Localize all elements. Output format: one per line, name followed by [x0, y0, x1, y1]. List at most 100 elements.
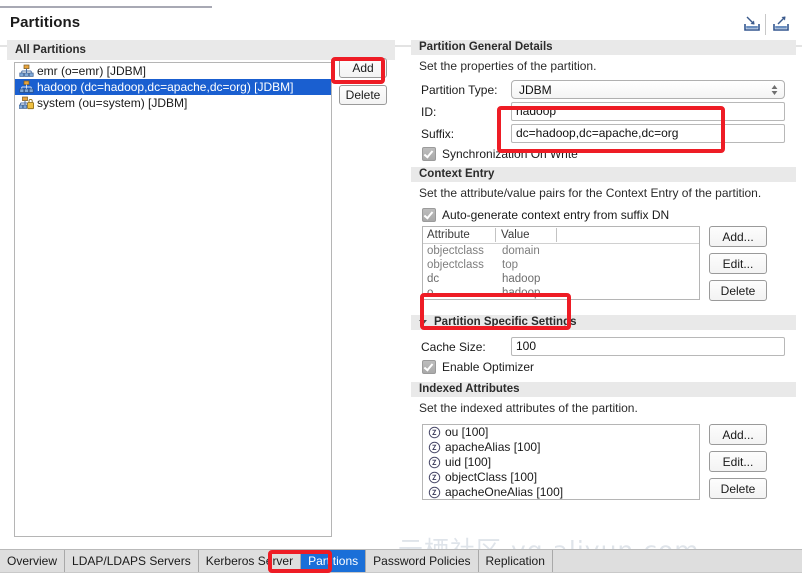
list-item[interactable]: uid [100] — [423, 455, 699, 470]
indexed-delete-button[interactable]: Delete — [709, 478, 767, 499]
column-header-attribute[interactable]: Attribute — [423, 227, 495, 243]
list-item-label: ou [100] — [445, 425, 489, 439]
general-details-section: Partition General Details Set the proper… — [411, 40, 796, 161]
cache-size-input[interactable]: 100 — [511, 337, 785, 356]
partition-tree-icon — [19, 64, 34, 78]
context-entry-table-wrap: Attribute Value objectclass domain objec… — [422, 226, 796, 307]
tab-ldap-ldaps-servers[interactable]: LDAP/LDAPS Servers — [65, 550, 199, 573]
partition-tree-icon — [19, 80, 34, 94]
enable-optimizer-row[interactable]: Enable Optimizer — [422, 360, 796, 374]
indexed-edit-button[interactable]: Edit... — [709, 451, 767, 472]
index-icon — [428, 486, 441, 499]
context-entry-section: Context Entry Set the attribute/value pa… — [411, 167, 796, 307]
top-tab-underline-light — [212, 7, 802, 8]
tab-partitions[interactable]: Partitions — [301, 550, 367, 573]
indexed-attributes-list[interactable]: ou [100] apacheAlias [100] uid [100] obj… — [422, 424, 700, 500]
all-partitions-header: All Partitions — [7, 40, 395, 60]
tab-password-policies[interactable]: Password Policies — [366, 550, 479, 573]
context-edit-button[interactable]: Edit... — [709, 253, 767, 274]
suffix-input[interactable]: dc=hadoop,dc=apache,dc=org — [511, 124, 785, 143]
id-label: ID: — [421, 104, 437, 119]
index-icon — [428, 441, 441, 454]
id-row: ID: hadoop — [421, 102, 796, 121]
partition-type-value: JDBM — [519, 83, 552, 97]
specific-settings-header[interactable]: Partition Specific Settings — [411, 315, 796, 330]
cell-value: hadoop — [502, 273, 541, 285]
list-item-label: objectClass [100] — [445, 470, 538, 484]
table-row[interactable]: objectclass domain — [423, 244, 699, 258]
context-entry-table[interactable]: Attribute Value objectclass domain objec… — [422, 226, 700, 300]
enable-optimizer-label: Enable Optimizer — [442, 360, 535, 374]
partition-tree-locked-icon — [18, 96, 35, 110]
cache-size-row: Cache Size: 100 — [421, 337, 796, 356]
all-partitions-panel: All Partitions emr (o=emr) [JDBM] hadoop… — [7, 40, 395, 544]
list-item[interactable]: ou [100] — [423, 425, 699, 440]
indexed-attributes-wrap: ou [100] apacheAlias [100] uid [100] obj… — [422, 424, 796, 505]
autogen-context-row[interactable]: Auto-generate context entry from suffix … — [422, 208, 796, 222]
list-item-label: hadoop (dc=hadoop,dc=apache,dc=org) [JDB… — [37, 80, 294, 94]
chevron-down-icon[interactable] — [419, 320, 427, 325]
indexed-attributes-description: Set the indexed attributes of the partit… — [419, 401, 638, 415]
list-item[interactable]: apacheAlias [100] — [423, 440, 699, 455]
list-item[interactable]: objectClass [100] — [423, 470, 699, 485]
table-header-row: Attribute Value — [423, 227, 699, 244]
cell-attribute: o — [427, 287, 434, 299]
partition-type-select[interactable]: JDBM — [511, 80, 785, 99]
cache-size-label: Cache Size: — [421, 339, 486, 354]
index-icon — [428, 471, 441, 484]
partition-details-panel: Partition General Details Set the proper… — [411, 40, 796, 545]
general-details-header: Partition General Details — [411, 40, 796, 55]
tab-overview[interactable]: Overview — [0, 550, 66, 573]
sync-on-write-row[interactable]: Synchronization On Write — [422, 147, 796, 161]
context-add-button[interactable]: Add... — [709, 226, 767, 247]
header-divider — [765, 14, 766, 35]
cell-value: top — [502, 259, 518, 271]
page-title: Partitions — [10, 14, 81, 31]
partition-list-actions: Add Delete — [339, 58, 387, 112]
context-entry-header: Context Entry — [411, 167, 796, 182]
cell-value: hadoop — [502, 287, 541, 299]
specific-settings-title: Partition Specific Settings — [434, 316, 577, 328]
indexed-add-button[interactable]: Add... — [709, 424, 767, 445]
autogen-context-label: Auto-generate context entry from suffix … — [442, 208, 670, 222]
tab-replication[interactable]: Replication — [479, 550, 553, 573]
sync-on-write-checkbox[interactable] — [422, 147, 436, 161]
general-details-description: Set the properties of the partition. — [419, 59, 597, 73]
column-divider[interactable] — [556, 228, 557, 242]
list-item-label: system (ou=system) [JDBM] — [37, 96, 188, 110]
autogen-context-checkbox[interactable] — [422, 208, 436, 222]
context-delete-button[interactable]: Delete — [709, 280, 767, 301]
bottom-tab-bar: Overview LDAP/LDAPS Servers Kerberos Ser… — [0, 549, 802, 573]
add-partition-button[interactable]: Add — [339, 58, 387, 78]
list-item[interactable]: apacheOneAlias [100] — [423, 485, 699, 499]
list-item-label: apacheAlias [100] — [445, 440, 541, 454]
indexed-attributes-actions: Add... Edit... Delete — [709, 424, 767, 505]
list-item-selected[interactable]: hadoop (dc=hadoop,dc=apache,dc=org) [JDB… — [15, 79, 331, 95]
cell-attribute: objectclass — [427, 245, 484, 257]
suffix-label: Suffix: — [421, 126, 455, 141]
index-icon — [428, 426, 441, 439]
partition-list[interactable]: emr (o=emr) [JDBM] hadoop (dc=hadoop,dc=… — [14, 62, 332, 537]
tab-kerberos-server[interactable]: Kerberos Server — [199, 550, 302, 573]
column-header-value[interactable]: Value — [496, 227, 556, 243]
suffix-row: Suffix: dc=hadoop,dc=apache,dc=org — [421, 124, 796, 143]
context-entry-description: Set the attribute/value pairs for the Co… — [419, 186, 762, 200]
top-tab-underline — [0, 6, 212, 8]
restore-window-icon[interactable] — [741, 15, 763, 34]
list-item[interactable]: emr (o=emr) [JDBM] — [15, 63, 331, 79]
table-row[interactable]: objectclass top — [423, 258, 699, 272]
table-row[interactable]: dc hadoop — [423, 272, 699, 286]
cell-attribute: dc — [427, 273, 440, 285]
id-input[interactable]: hadoop — [511, 102, 785, 121]
specific-settings-section: Partition Specific Settings Cache Size: … — [411, 315, 796, 374]
cell-value: domain — [502, 245, 540, 257]
index-icon — [428, 456, 441, 469]
list-item[interactable]: system (ou=system) [JDBM] — [15, 95, 331, 111]
enable-optimizer-checkbox[interactable] — [422, 360, 436, 374]
indexed-attributes-header: Indexed Attributes — [411, 382, 796, 397]
table-row[interactable]: o hadoop — [423, 286, 699, 299]
partition-type-label: Partition Type: — [421, 82, 498, 97]
top-tab-strip — [0, 0, 802, 10]
maximize-window-icon[interactable] — [770, 15, 792, 34]
delete-partition-button[interactable]: Delete — [339, 85, 387, 105]
